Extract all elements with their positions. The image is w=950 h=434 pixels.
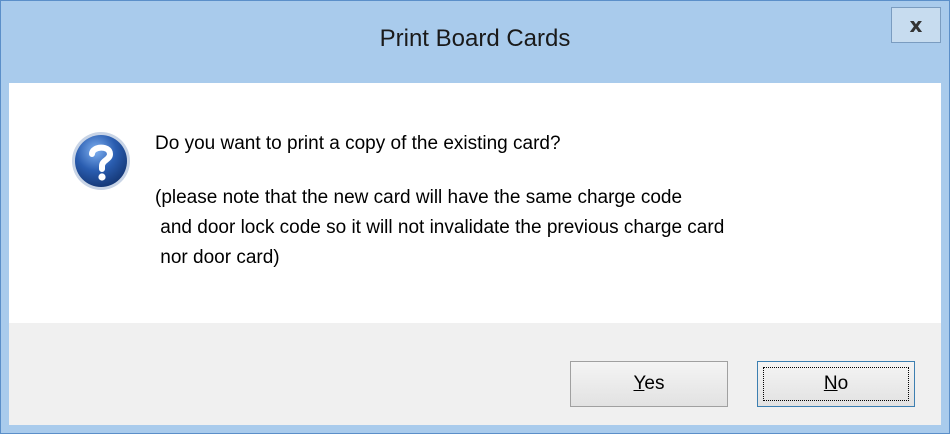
question-icon <box>72 132 130 190</box>
yes-button-label: Yes <box>633 373 665 394</box>
yes-button[interactable]: Yes <box>570 361 728 407</box>
no-button-label: No <box>823 373 849 394</box>
message-text: Do you want to print a copy of the exist… <box>155 129 724 273</box>
message-note-line-3: nor door card) <box>155 247 280 268</box>
title-bar[interactable]: Print Board Cards x <box>1 1 949 83</box>
message-note-line-1: (please note that the new card will have… <box>155 187 683 208</box>
close-icon: x <box>909 13 923 37</box>
close-button[interactable]: x <box>891 7 941 43</box>
no-button[interactable]: No <box>757 361 915 407</box>
message-question: Do you want to print a copy of the exist… <box>155 133 561 154</box>
dialog-title: Print Board Cards <box>379 25 571 52</box>
button-bar: Yes No <box>9 323 941 425</box>
dialog-window: Print Board Cards x Do you want to print… <box>0 0 950 434</box>
message-note-line-2: and door lock code so it will not invali… <box>155 217 725 238</box>
message-area: Do you want to print a copy of the exist… <box>9 83 941 323</box>
